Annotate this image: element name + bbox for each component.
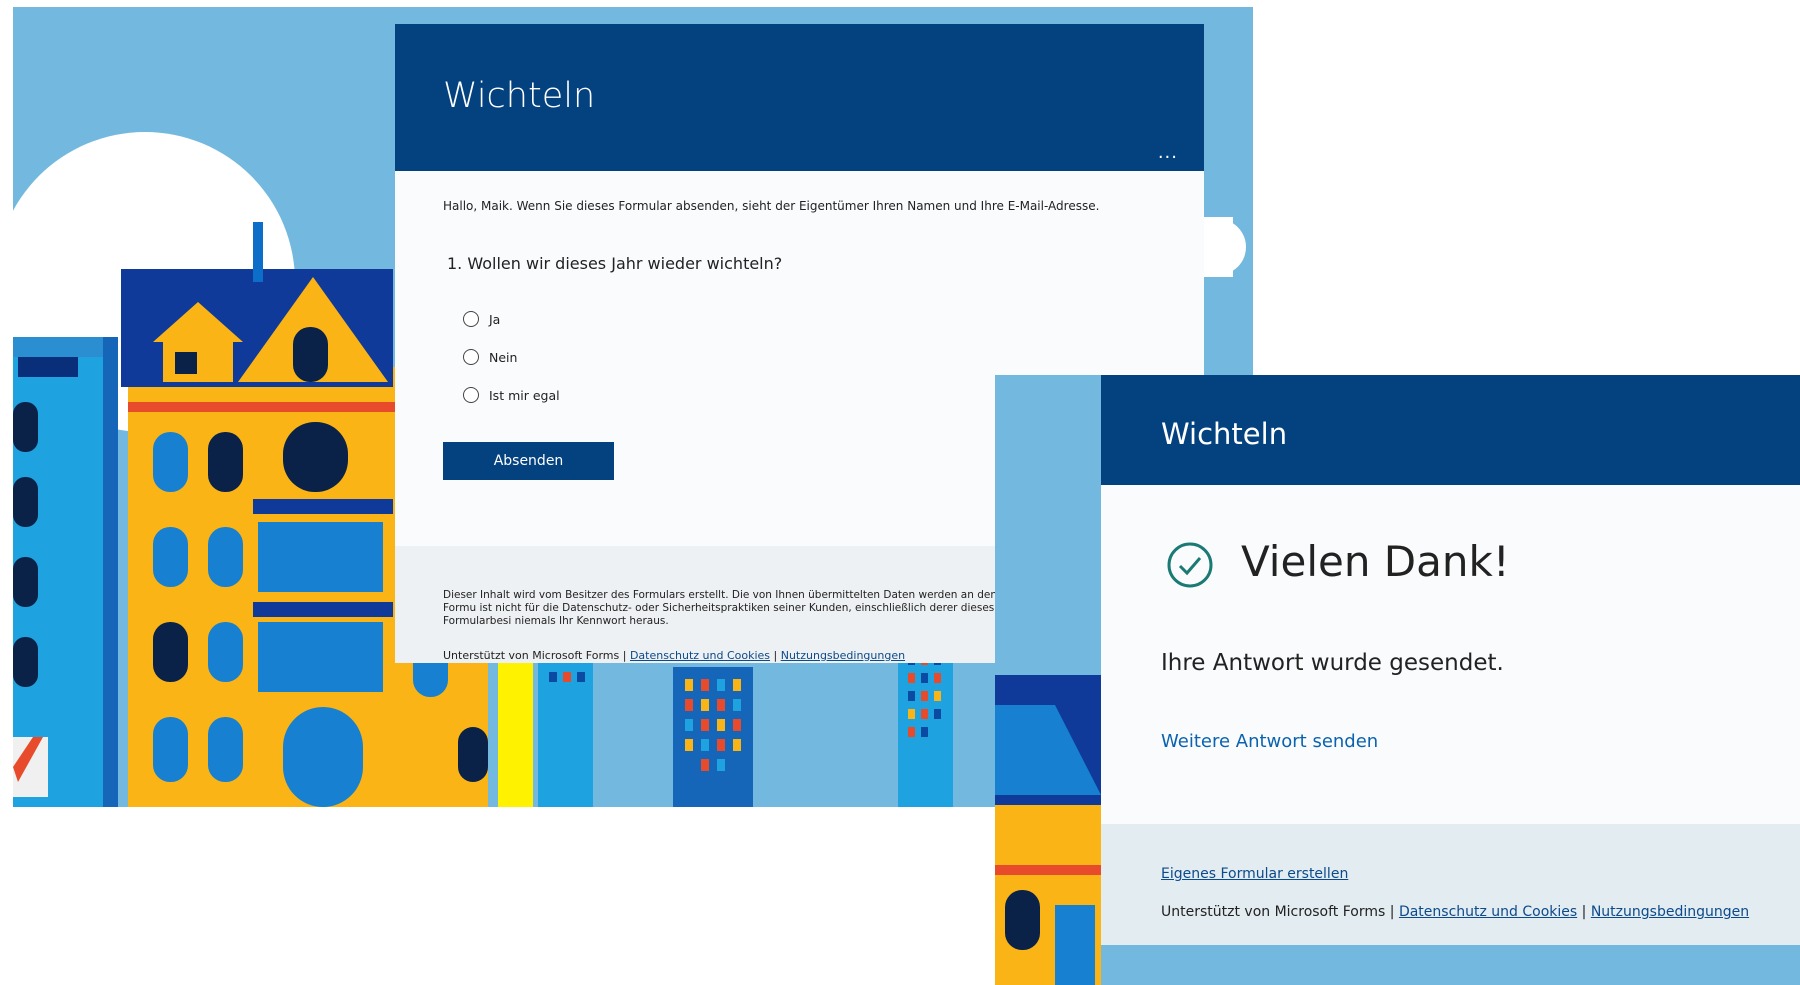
thank-you-heading: Vielen Dank! — [1241, 537, 1510, 586]
send-another-response-link[interactable]: Weitere Antwort senden — [1161, 731, 1378, 752]
form-title: Wichteln — [443, 76, 596, 116]
identity-notice: Hallo, Maik. Wenn Sie dieses Formular ab… — [443, 199, 1100, 213]
option-ja[interactable]: Ja — [463, 311, 500, 327]
radio-icon[interactable] — [463, 311, 479, 327]
powered-by: Unterstützt von Microsoft Forms | Datens… — [1161, 904, 1749, 920]
confirmation-card: Wichteln Vielen Dank! Ihre Antwort wurde… — [1101, 375, 1800, 945]
confirmation-header: Wichteln — [1101, 375, 1800, 485]
option-ist-mir-egal[interactable]: Ist mir egal — [463, 387, 560, 403]
powered-by: Unterstützt von Microsoft Forms | Datens… — [443, 649, 905, 662]
privacy-link[interactable]: Datenschutz und Cookies — [630, 649, 770, 662]
powered-by-text: Unterstützt von Microsoft Forms | — [1161, 904, 1399, 920]
confirmation-title: Wichteln — [1161, 417, 1288, 451]
option-label: Nein — [489, 349, 518, 365]
disclaimer-text: Dieser Inhalt wird vom Besitzer des Form… — [443, 589, 997, 627]
create-own-form-link[interactable]: Eigenes Formular erstellen — [1161, 866, 1348, 882]
powered-by-text: Unterstützt von Microsoft Forms | — [443, 649, 630, 662]
radio-icon[interactable] — [463, 387, 479, 403]
option-label: Ja — [489, 311, 501, 327]
response-sent-message: Ihre Antwort wurde gesendet. — [1161, 650, 1504, 676]
radio-icon[interactable] — [463, 349, 479, 365]
confirmation-footer: Eigenes Formular erstellen Unterstützt v… — [1101, 824, 1800, 945]
submit-button[interactable]: Absenden — [443, 442, 614, 480]
terms-link[interactable]: Nutzungsbedingungen — [781, 649, 905, 662]
privacy-link[interactable]: Datenschutz und Cookies — [1399, 904, 1577, 920]
terms-link[interactable]: Nutzungsbedingungen — [1591, 904, 1749, 920]
check-circle-icon — [1167, 542, 1213, 588]
confirmation-screenshot: Wichteln Vielen Dank! Ihre Antwort wurde… — [995, 375, 1800, 985]
form-header: Wichteln ... — [395, 24, 1204, 171]
option-label: Ist mir egal — [489, 387, 560, 403]
link-separator: | — [770, 649, 781, 662]
link-separator: | — [1577, 904, 1591, 920]
more-options-icon[interactable]: ... — [1158, 142, 1178, 163]
option-nein[interactable]: Nein — [463, 349, 517, 365]
question-title: 1. Wollen wir dieses Jahr wieder wichtel… — [447, 254, 783, 273]
